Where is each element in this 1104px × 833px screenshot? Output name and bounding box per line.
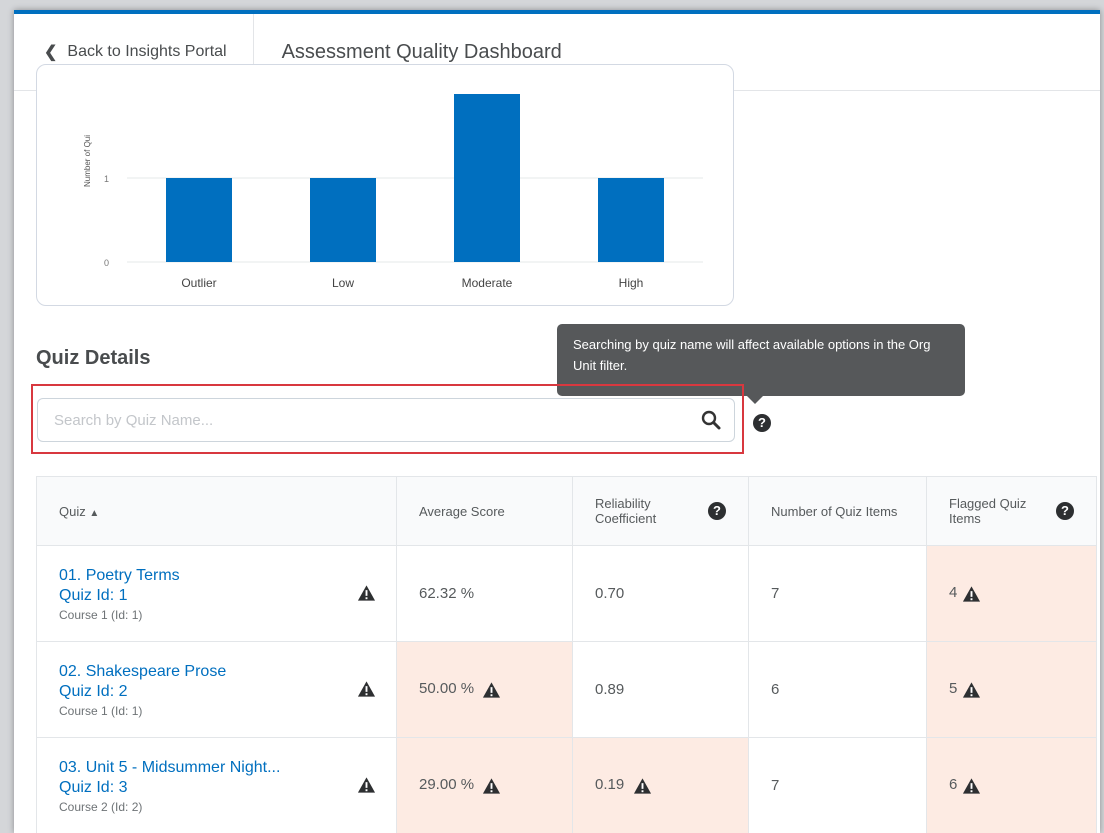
- table-row: 01. Poetry TermsQuiz Id: 1 Course 1 (Id: …: [37, 546, 1097, 642]
- warning-triangle-icon: [962, 777, 981, 795]
- tooltip-text: Searching by quiz name will affect avail…: [573, 337, 930, 373]
- quiz-name-link[interactable]: 02. Shakespeare Prose: [59, 662, 374, 682]
- column-header-number-of-quiz-items[interactable]: Number of Quiz Items: [749, 477, 927, 546]
- warning-triangle-icon: [482, 777, 501, 795]
- number-of-items-cell: 7: [749, 738, 927, 833]
- quiz-id-link[interactable]: Quiz Id: 3: [59, 778, 374, 798]
- quiz-cell: 02. Shakespeare ProseQuiz Id: 2 Course 1 …: [37, 642, 397, 738]
- warning-triangle-icon: [962, 585, 981, 603]
- quiz-id-link[interactable]: Quiz Id: 1: [59, 586, 374, 606]
- chevron-left-icon: ❮: [44, 42, 57, 62]
- reliability-cell: 0.19: [573, 738, 749, 833]
- x-tick-label: Low: [332, 276, 354, 290]
- reliability-help-icon[interactable]: ?: [708, 502, 726, 520]
- sort-ascending-icon: ▲: [89, 508, 99, 519]
- quiz-search-input[interactable]: [52, 399, 676, 441]
- column-header-reliability-coefficient[interactable]: Reliability Coefficient ?: [573, 477, 749, 546]
- flagged-items-help-icon[interactable]: ?: [1056, 502, 1074, 520]
- table-row: 03. Unit 5 - Midsummer Night...Quiz Id: …: [37, 738, 1097, 833]
- x-tick-label: Outlier: [181, 276, 216, 290]
- search-icon[interactable]: [700, 409, 722, 431]
- average-score-cell: 62.32 %: [397, 546, 573, 642]
- flagged-items-cell: 4: [927, 546, 1097, 642]
- x-tick-label: High: [619, 276, 644, 290]
- warning-triangle-icon: [357, 584, 376, 602]
- tooltip-arrow: [747, 396, 763, 404]
- app-window: ❮ Back to Insights Portal Assessment Qua…: [14, 10, 1100, 833]
- table-row: 02. Shakespeare ProseQuiz Id: 2 Course 1 …: [37, 642, 1097, 738]
- warning-triangle-icon: [357, 776, 376, 794]
- bar-low: [310, 178, 376, 262]
- bar-outlier: [166, 178, 232, 262]
- back-link-label: Back to Insights Portal: [67, 43, 226, 61]
- reliability-cell: 0.89: [573, 642, 749, 738]
- quiz-cell: 03. Unit 5 - Midsummer Night...Quiz Id: …: [37, 738, 397, 833]
- table-header-row: Quiz ▲ Average Score Reliability Coeffic…: [37, 477, 1097, 546]
- quiz-cell: 01. Poetry TermsQuiz Id: 1 Course 1 (Id: …: [37, 546, 397, 642]
- page-title: Assessment Quality Dashboard: [254, 41, 562, 64]
- quality-chart-card: 0 1 Number of Qui Outlier Low Moderate High: [36, 64, 734, 306]
- average-score-cell: 50.00 %: [397, 642, 573, 738]
- y-tick-label: 1: [104, 174, 109, 184]
- quiz-search-box: [37, 398, 735, 442]
- column-header-average-score[interactable]: Average Score: [397, 477, 573, 546]
- x-tick-label: Moderate: [462, 276, 513, 290]
- quality-bar-chart: 0 1 Number of Qui Outlier Low Moderate High: [37, 65, 733, 305]
- reliability-cell: 0.70: [573, 546, 749, 642]
- quiz-details-heading: Quiz Details: [36, 347, 150, 370]
- flagged-items-cell: 5: [927, 642, 1097, 738]
- bar-moderate: [454, 94, 520, 262]
- course-label: Course 1 (Id: 1): [59, 704, 374, 718]
- course-label: Course 1 (Id: 1): [59, 608, 374, 622]
- warning-triangle-icon: [482, 681, 501, 699]
- average-score-cell: 29.00 %: [397, 738, 573, 833]
- bar-high: [598, 178, 664, 262]
- course-label: Course 2 (Id: 2): [59, 800, 374, 814]
- y-axis-label: Number of Qui: [83, 135, 92, 187]
- number-of-items-cell: 6: [749, 642, 927, 738]
- column-header-flagged-quiz-items[interactable]: Flagged Quiz Items ?: [927, 477, 1097, 546]
- quiz-details-table: Quiz ▲ Average Score Reliability Coeffic…: [36, 476, 1097, 833]
- quiz-name-link[interactable]: 01. Poetry Terms: [59, 566, 374, 586]
- search-highlight-box: [31, 384, 744, 454]
- y-tick-label: 0: [104, 258, 109, 268]
- flagged-items-cell: 6: [927, 738, 1097, 833]
- number-of-items-cell: 7: [749, 546, 927, 642]
- warning-triangle-icon: [633, 777, 652, 795]
- column-header-quiz[interactable]: Quiz ▲: [37, 477, 397, 546]
- search-help-icon[interactable]: ?: [753, 414, 771, 432]
- quiz-name-link[interactable]: 03. Unit 5 - Midsummer Night...: [59, 758, 374, 778]
- quiz-id-link[interactable]: Quiz Id: 2: [59, 682, 374, 702]
- warning-triangle-icon: [357, 680, 376, 698]
- warning-triangle-icon: [962, 681, 981, 699]
